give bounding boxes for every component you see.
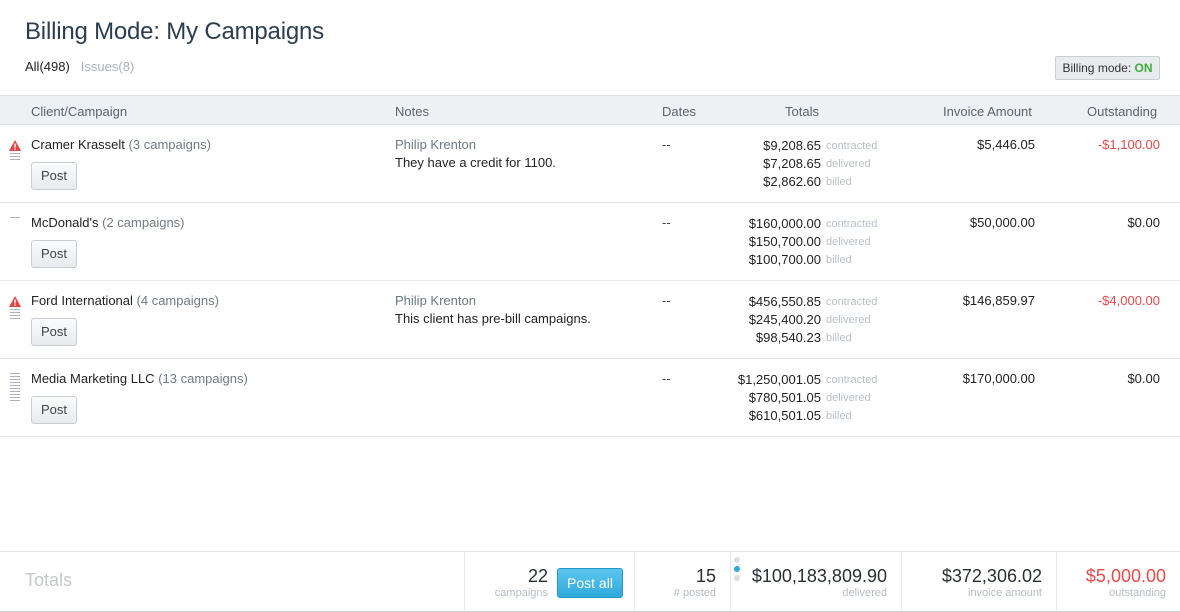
campaigns-count: 22 [527,566,548,586]
outstanding-amount: -$4,000.00 [1097,293,1160,308]
contracted-value: $456,550.85 [748,294,821,309]
col-dates[interactable]: Dates [662,104,696,119]
contracted-label: contracted [826,374,878,386]
outstanding-label: outstanding [1109,587,1166,599]
footer-invoice: $372,306.02 invoice amount [901,552,1056,611]
contracted-label: contracted [826,140,878,152]
billed-label: billed [826,410,852,422]
col-invoice[interactable]: Invoice Amount [943,104,1032,119]
delivered-value: $780,501.05 [748,390,821,405]
invoice-amount: $5,446.05 [977,137,1035,152]
billing-mode-toggle[interactable]: Billing mode: ON [1055,56,1160,80]
contracted-value: $1,250,001.05 [737,372,821,387]
col-totals[interactable]: Totals [785,104,819,119]
outstanding-amount: $0.00 [1127,215,1160,230]
tab-issues[interactable]: Issues(8) [81,59,134,74]
billing-mode-state: ON [1134,61,1153,75]
billed-value: $98,540.23 [755,330,821,345]
table-header: Client/Campaign Notes Dates Totals Invoi… [0,95,1180,125]
billed-label: billed [826,332,852,344]
billing-mode-label: Billing mode: [1062,61,1132,75]
invoice-amount: $170,000.00 [962,371,1035,386]
contracted-value: $160,000.00 [748,216,821,231]
posted-label: # posted [673,587,716,599]
delivered-label: delivered [826,392,871,404]
totals-footer: Totals 22 campaigns Post all 15 # posted… [0,551,1180,612]
billed-label: billed [826,176,852,188]
post-all-button[interactable]: Post all [557,568,623,598]
page-title: Billing Mode: My Campaigns [25,18,324,45]
delivered-total: $100,183,809.90 [751,566,887,586]
outstanding-total: $5,000.00 [1085,566,1166,586]
footer-delivered: $100,183,809.90 delivered [730,552,901,611]
billed-value: $100,700.00 [748,252,821,267]
delivered-value: $245,400.20 [748,312,821,327]
table-row[interactable]: Cramer Krasselt (3 campaigns) Post Philip … [0,125,1180,203]
contracted-label: contracted [826,296,878,308]
invoice-amount: $50,000.00 [969,215,1035,230]
billed-label: billed [826,254,852,266]
table-row[interactable]: Media Marketing LLC (13 campaigns) Post --… [0,359,1180,437]
tab-all[interactable]: All(498) [25,59,70,74]
billed-value: $610,501.05 [748,408,821,423]
footer-posted: 15 # posted [634,552,730,611]
table-row[interactable]: Ford International (4 campaigns) Post Phil… [0,281,1180,359]
billed-value: $2,862.60 [763,174,821,189]
outstanding-amount: $0.00 [1127,371,1160,386]
invoice-label: invoice amount [968,587,1042,599]
contracted-value: $9,208.65 [763,138,821,153]
campaigns-label: campaigns [494,587,548,599]
delivered-value: $7,208.65 [763,156,821,171]
footer-outstanding: $5,000.00 outstanding [1056,552,1180,611]
outstanding-amount: -$1,100.00 [1097,137,1160,152]
delivered-label: delivered [826,236,871,248]
col-client[interactable]: Client/Campaign [31,104,127,119]
delivered-value: $150,700.00 [748,234,821,249]
contracted-label: contracted [826,218,878,230]
col-notes[interactable]: Notes [395,104,429,119]
footer-label: Totals [25,570,73,590]
filter-tabs: All(498) Issues(8) [25,59,134,74]
invoice-total: $372,306.02 [941,566,1042,586]
table-row[interactable]: McDonald's (2 campaigns) Post -- $160,000.0… [0,203,1180,281]
posted-count: 15 [695,566,716,586]
invoice-amount: $146,859.97 [962,293,1035,308]
delivered-label: delivered [826,314,871,326]
delivered-label: delivered [826,158,871,170]
delivered-label: delivered [842,587,887,599]
col-outstanding[interactable]: Outstanding [1087,104,1157,119]
